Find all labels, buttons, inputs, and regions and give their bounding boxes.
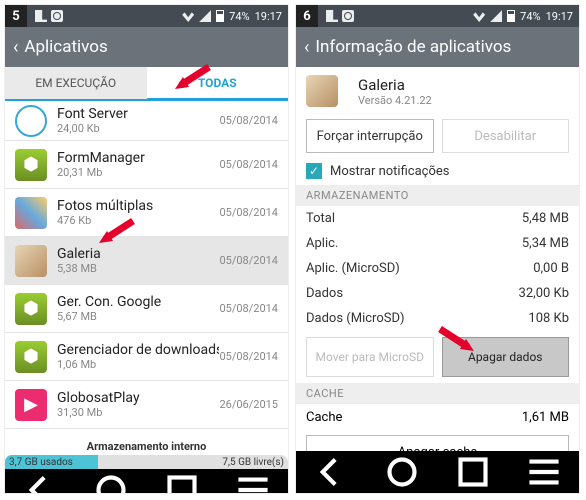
app-size: 31,30 Mb [57,406,219,419]
storage-row: Aplic.5,34 MB [296,231,579,256]
list-item-galeria[interactable]: Galeria5,38 MB 05/08/2014 [5,237,288,285]
storage-row: Total5,48 MB [296,206,579,231]
checkbox-checked-icon[interactable]: ✓ [306,163,322,179]
nav-home-button[interactable] [377,457,427,487]
battery-icon [507,10,515,22]
app-icon: ⬢ [15,341,47,373]
app-icon [15,197,47,229]
app-name: Ger. Con. Google [57,294,219,310]
storage-free-text: 7,5 GB livre(s) [222,457,284,468]
phone-screen-5: 5 74% 19:17 ‹ Aplicativos EM EXECUÇÃO TO… [4,4,289,494]
wifi-icon [182,10,194,22]
app-name: Galeria [358,76,432,94]
page-title: Informação de aplicativos [315,37,511,57]
app-size: 20,31 Mb [57,166,219,179]
arrow-annotation [95,217,137,247]
step-badge: 6 [296,5,318,27]
list-item[interactable]: ▶ GlobosatPlay31,30 Mb 26/06/2015 [5,381,288,429]
camera-icon [342,10,354,22]
app-date: 05/08/2014 [219,350,278,363]
list-item[interactable]: ⬢ Gerenciador de downloads1,06 Mb 05/08/… [5,333,288,381]
storage-bar: Armazenamento interno 3,7 GB usados 7,5 … [5,435,288,469]
nav-bar [5,469,288,494]
arrow-annotation [171,63,213,93]
battery-icon [216,10,224,22]
notifications-checkbox-row[interactable]: ✓ Mostrar notificações [296,157,579,185]
app-icon: ⬢ [15,149,47,181]
app-size: 476 Kb [57,214,219,227]
storage-title: Armazenamento interno [87,440,207,453]
header: ‹ Informação de aplicativos [296,27,579,67]
app-name: Gerenciador de downloads [57,342,219,358]
page-title: Aplicativos [24,37,107,57]
app-name: Galeria [57,246,219,262]
app-date: 05/08/2014 [219,158,278,171]
force-stop-button[interactable]: Forçar interrupção [306,119,434,153]
time-text: 19:17 [255,10,282,23]
nav-back-button[interactable] [306,457,356,487]
nav-recent-button[interactable] [157,475,207,494]
app-list[interactable]: Font Server24,00 Kb 05/08/2014 ⬢ FormMan… [5,101,288,435]
battery-text: 74% [520,10,540,23]
move-to-sd-button: Mover para MicroSD [306,337,434,377]
nav-menu-button[interactable] [519,457,569,487]
app-name: GlobosatPlay [57,390,219,406]
time-text: 19:17 [546,10,573,23]
app-name: FormManager [57,150,219,166]
phone-icon [326,10,338,22]
nav-menu-button[interactable] [228,475,278,494]
app-icon [15,245,47,277]
disable-button: Desabilitar [442,119,570,153]
app-icon [15,105,47,137]
arrow-annotation [436,325,478,355]
signal-icon [490,10,502,22]
app-icon: ⬢ [15,293,47,325]
header: ‹ Aplicativos [5,27,288,67]
notifications-label: Mostrar notificações [330,164,450,179]
status-bar: 74% 19:17 [5,5,288,27]
app-date: 05/08/2014 [219,254,278,267]
phone-screen-6: 6 74% 19:17 ‹ Informação de aplicativos … [295,4,580,494]
tab-all[interactable]: TODAS [147,67,289,101]
list-item[interactable]: Font Server24,00 Kb 05/08/2014 [5,101,288,141]
app-date: 05/08/2014 [219,302,278,315]
app-name: Font Server [57,106,219,122]
section-storage-title: ARMAZENAMENTO [296,185,579,206]
nav-home-button[interactable] [86,475,136,494]
storage-row: Dados32,00 Kb [296,281,579,306]
phone-icon [35,10,47,22]
storage-used-text: 3,7 GB usados [9,457,73,468]
cache-row: Cache1,61 MB [296,404,579,431]
app-size: 5,38 MB [57,262,219,275]
tabs: EM EXECUÇÃO TODAS [5,67,288,101]
battery-text: 74% [229,10,249,23]
back-icon[interactable]: ‹ [13,37,18,58]
wifi-icon [473,10,485,22]
camera-icon [51,10,63,22]
app-icon: ▶ [15,389,47,421]
step-badge: 5 [5,5,27,27]
list-item[interactable]: ⬢ FormManager20,31 Mb 05/08/2014 [5,141,288,189]
status-bar: 74% 19:17 [296,5,579,27]
app-size: 24,00 Kb [57,122,219,135]
app-icon [306,75,338,107]
app-date: 05/08/2014 [219,114,278,127]
back-icon[interactable]: ‹ [304,37,309,58]
nav-recent-button[interactable] [448,457,498,487]
storage-row: Aplic. (MicroSD)0,00 B [296,256,579,281]
app-name: Fotos múltiplas [57,198,219,214]
nav-back-button[interactable] [15,475,65,494]
app-version: Versão 4.21.22 [358,94,432,107]
list-item[interactable]: ⬢ Ger. Con. Google5,67 MB 05/08/2014 [5,285,288,333]
app-date: 26/06/2015 [219,398,278,411]
list-item[interactable]: Fotos múltiplas476 Kb 05/08/2014 [5,189,288,237]
nav-bar [296,451,579,493]
signal-icon [199,10,211,22]
app-size: 1,06 Mb [57,358,219,371]
app-size: 5,67 MB [57,310,219,323]
section-cache-title: CACHE [296,383,579,404]
app-info-header: Galeria Versão 4.21.22 [296,67,579,115]
app-date: 05/08/2014 [219,206,278,219]
tab-running[interactable]: EM EXECUÇÃO [5,67,147,99]
